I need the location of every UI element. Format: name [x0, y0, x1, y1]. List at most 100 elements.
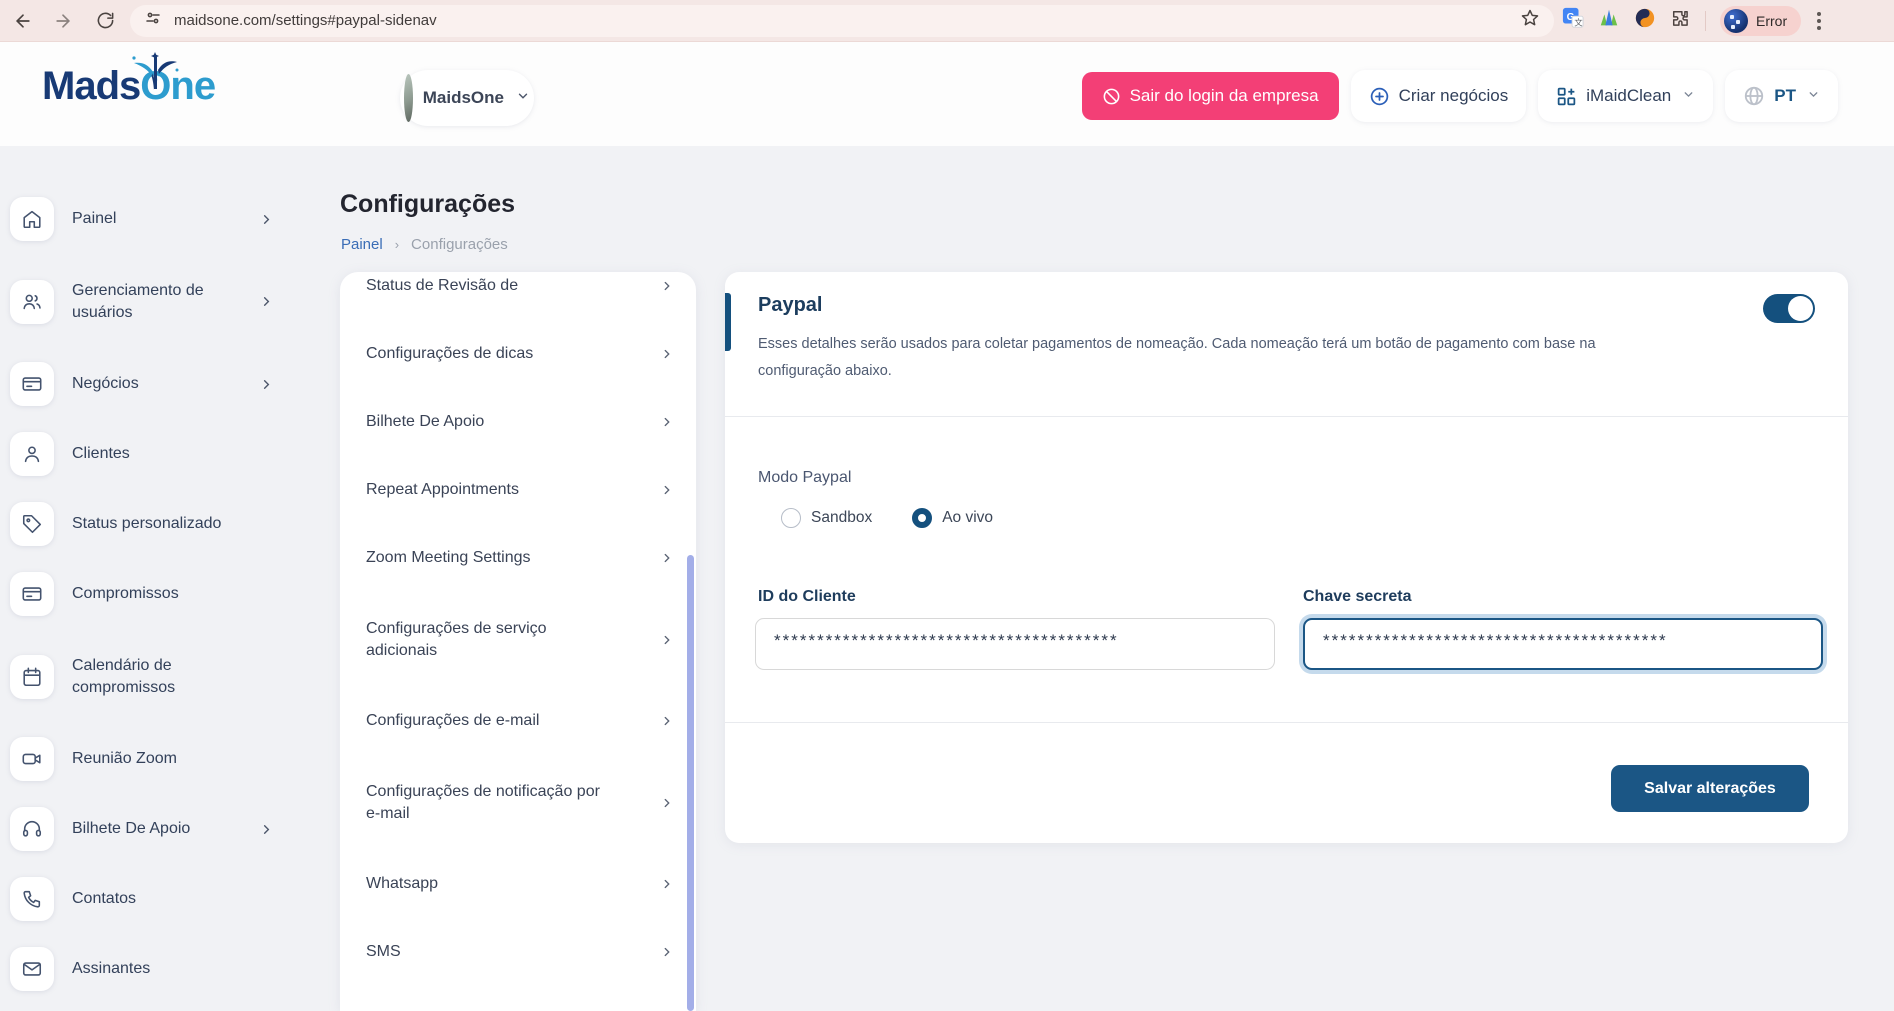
settings-item-sms[interactable]: SMS	[340, 918, 696, 986]
radio-selected-icon[interactable]	[912, 508, 932, 528]
mail-icon	[10, 947, 54, 991]
chevron-right-icon	[660, 877, 674, 891]
globe-icon	[1743, 85, 1765, 107]
app-root: MadsOne MaidsOne Sair do login da empres…	[0, 42, 1894, 969]
radio-option-sandbox[interactable]: Sandbox	[781, 508, 872, 528]
back-icon[interactable]	[6, 4, 40, 38]
calendar-icon	[10, 655, 54, 699]
extensions-puzzle-icon[interactable]	[1670, 8, 1691, 34]
maidsone-logo[interactable]: MadsOne	[42, 64, 252, 109]
sidebar-item-negocios[interactable]: Negócios	[0, 349, 292, 419]
chevron-right-icon	[660, 551, 674, 565]
sidebar-item-assinantes[interactable]: Assinantes	[0, 934, 292, 1004]
settings-item-zoom-meeting[interactable]: Zoom Meeting Settings	[340, 524, 696, 592]
sidebar-item-compromissos[interactable]: Compromissos	[0, 559, 292, 629]
address-bar[interactable]: maidsone.com/settings#paypal-sidenav	[130, 5, 1554, 37]
settings-item-status-revisao[interactable]: Status de Revisão de	[340, 272, 696, 320]
chevron-right-icon	[660, 279, 674, 293]
tag-icon	[10, 502, 54, 546]
chevron-right-icon	[259, 377, 274, 392]
create-business-button[interactable]: Criar negócios	[1351, 70, 1527, 122]
sidebar-item-status-personalizado[interactable]: Status personalizado	[0, 489, 292, 559]
card-icon	[10, 572, 54, 616]
sidebar-item-calendario-compromissos[interactable]: Calendário de compromissos	[0, 629, 292, 724]
sidebar-item-bilhete-apoio[interactable]: Bilhete De Apoio	[0, 794, 292, 864]
plus-circle-icon	[1369, 86, 1390, 107]
card-icon	[10, 362, 54, 406]
browser-toolbar: maidsone.com/settings#paypal-sidenav G文 …	[0, 0, 1894, 42]
chevron-down-icon	[1682, 86, 1695, 106]
chevron-down-icon	[1807, 86, 1820, 106]
profile-avatar-dice	[1724, 9, 1748, 33]
chevron-right-icon	[660, 347, 674, 361]
analytics-extension-icon[interactable]	[1598, 7, 1620, 34]
grid-add-icon	[1556, 86, 1577, 107]
phone-icon	[10, 877, 54, 921]
settings-item-config-email[interactable]: Configurações de e-mail	[340, 687, 696, 755]
settings-item-repeat-appointments[interactable]: Repeat Appointments	[340, 456, 696, 524]
settings-item-notificacao-email[interactable]: Configurações de notificação por e-mail	[340, 755, 696, 850]
chevron-right-icon	[660, 714, 674, 728]
video-camera-icon	[10, 737, 54, 781]
secret-key-label: Chave secreta	[1303, 588, 1412, 606]
secret-key-input[interactable]	[1303, 618, 1823, 670]
prohibit-icon	[1102, 87, 1121, 106]
browser-menu-icon[interactable]	[1817, 12, 1821, 30]
sidebar-item-reuniao-zoom[interactable]: Reunião Zoom	[0, 724, 292, 794]
forward-icon[interactable]	[46, 4, 80, 38]
translate-extension-icon[interactable]: G文	[1562, 7, 1584, 34]
divider	[725, 722, 1848, 723]
breadcrumb-home-link[interactable]: Painel	[341, 236, 383, 253]
radio-option-ao-vivo[interactable]: Ao vivo	[912, 508, 993, 528]
paypal-section-description: Esses detalhes serão usados para coletar…	[758, 331, 1608, 385]
chevron-right-icon	[660, 633, 674, 647]
settings-item-bilhete-apoio[interactable]: Bilhete De Apoio	[340, 388, 696, 456]
settings-item-whatsapp[interactable]: Whatsapp	[340, 850, 696, 918]
chevron-right-icon	[660, 415, 674, 429]
svg-text:文: 文	[1574, 17, 1582, 27]
client-id-input[interactable]	[755, 618, 1275, 670]
toggle-knob	[1788, 296, 1813, 321]
chevron-down-icon	[516, 89, 530, 108]
radio-unselected-icon[interactable]	[781, 508, 801, 528]
logo-plume-icon	[120, 52, 190, 97]
breadcrumb: Painel › Configurações	[341, 236, 508, 253]
paypal-settings-card: Paypal Esses detalhes serão usados para …	[725, 272, 1848, 843]
user-avatar	[404, 74, 413, 122]
settings-submenu-panel: Status de Revisão de Configurações de di…	[340, 272, 696, 1011]
site-info-icon[interactable]	[144, 9, 162, 32]
sider-extension-icon[interactable]	[1634, 7, 1656, 34]
chevron-right-icon	[660, 483, 674, 497]
settings-item-config-dicas[interactable]: Configurações de dicas	[340, 320, 696, 388]
paypal-enabled-toggle[interactable]	[1763, 294, 1815, 323]
logo-text-1: Ma	[42, 64, 96, 108]
account-menu[interactable]: MaidsOne	[400, 70, 534, 126]
sidebar-item-painel[interactable]: Painel	[0, 184, 292, 254]
sidebar-item-clientes[interactable]: Clientes	[0, 419, 292, 489]
company-selector[interactable]: iMaidClean	[1538, 70, 1713, 122]
breadcrumb-current: Configurações	[411, 236, 508, 253]
page-title: Configurações	[340, 190, 515, 219]
users-icon	[10, 280, 54, 324]
settings-item-servico-adicionais[interactable]: Configurações de serviço adicionais	[340, 592, 696, 687]
chevron-right-icon	[259, 212, 274, 227]
sidebar-item-contatos[interactable]: Contatos	[0, 864, 292, 934]
paypal-mode-label: Modo Paypal	[758, 469, 851, 487]
paypal-section-title: Paypal	[758, 294, 822, 317]
submenu-scrollbar[interactable]	[687, 555, 694, 1011]
main-sidebar: Painel Gerenciamento de usuários Negócio…	[0, 172, 292, 1004]
url-text[interactable]: maidsone.com/settings#paypal-sidenav	[174, 12, 1520, 29]
chevron-right-icon	[259, 294, 274, 309]
person-icon	[10, 432, 54, 476]
breadcrumb-chevron-icon: ›	[395, 237, 399, 252]
divider	[725, 416, 1848, 417]
browser-profile-chip[interactable]: Error	[1720, 6, 1801, 36]
reload-icon[interactable]	[88, 4, 122, 38]
toolbar-separator	[1705, 11, 1706, 31]
language-selector[interactable]: PT	[1725, 70, 1838, 122]
sidebar-item-gerenciamento-usuarios[interactable]: Gerenciamento de usuários	[0, 254, 292, 349]
headset-icon	[10, 807, 54, 851]
bookmark-star-icon[interactable]	[1520, 8, 1540, 33]
save-changes-button[interactable]: Salvar alterações	[1611, 765, 1809, 812]
logout-company-button[interactable]: Sair do login da empresa	[1082, 72, 1339, 120]
